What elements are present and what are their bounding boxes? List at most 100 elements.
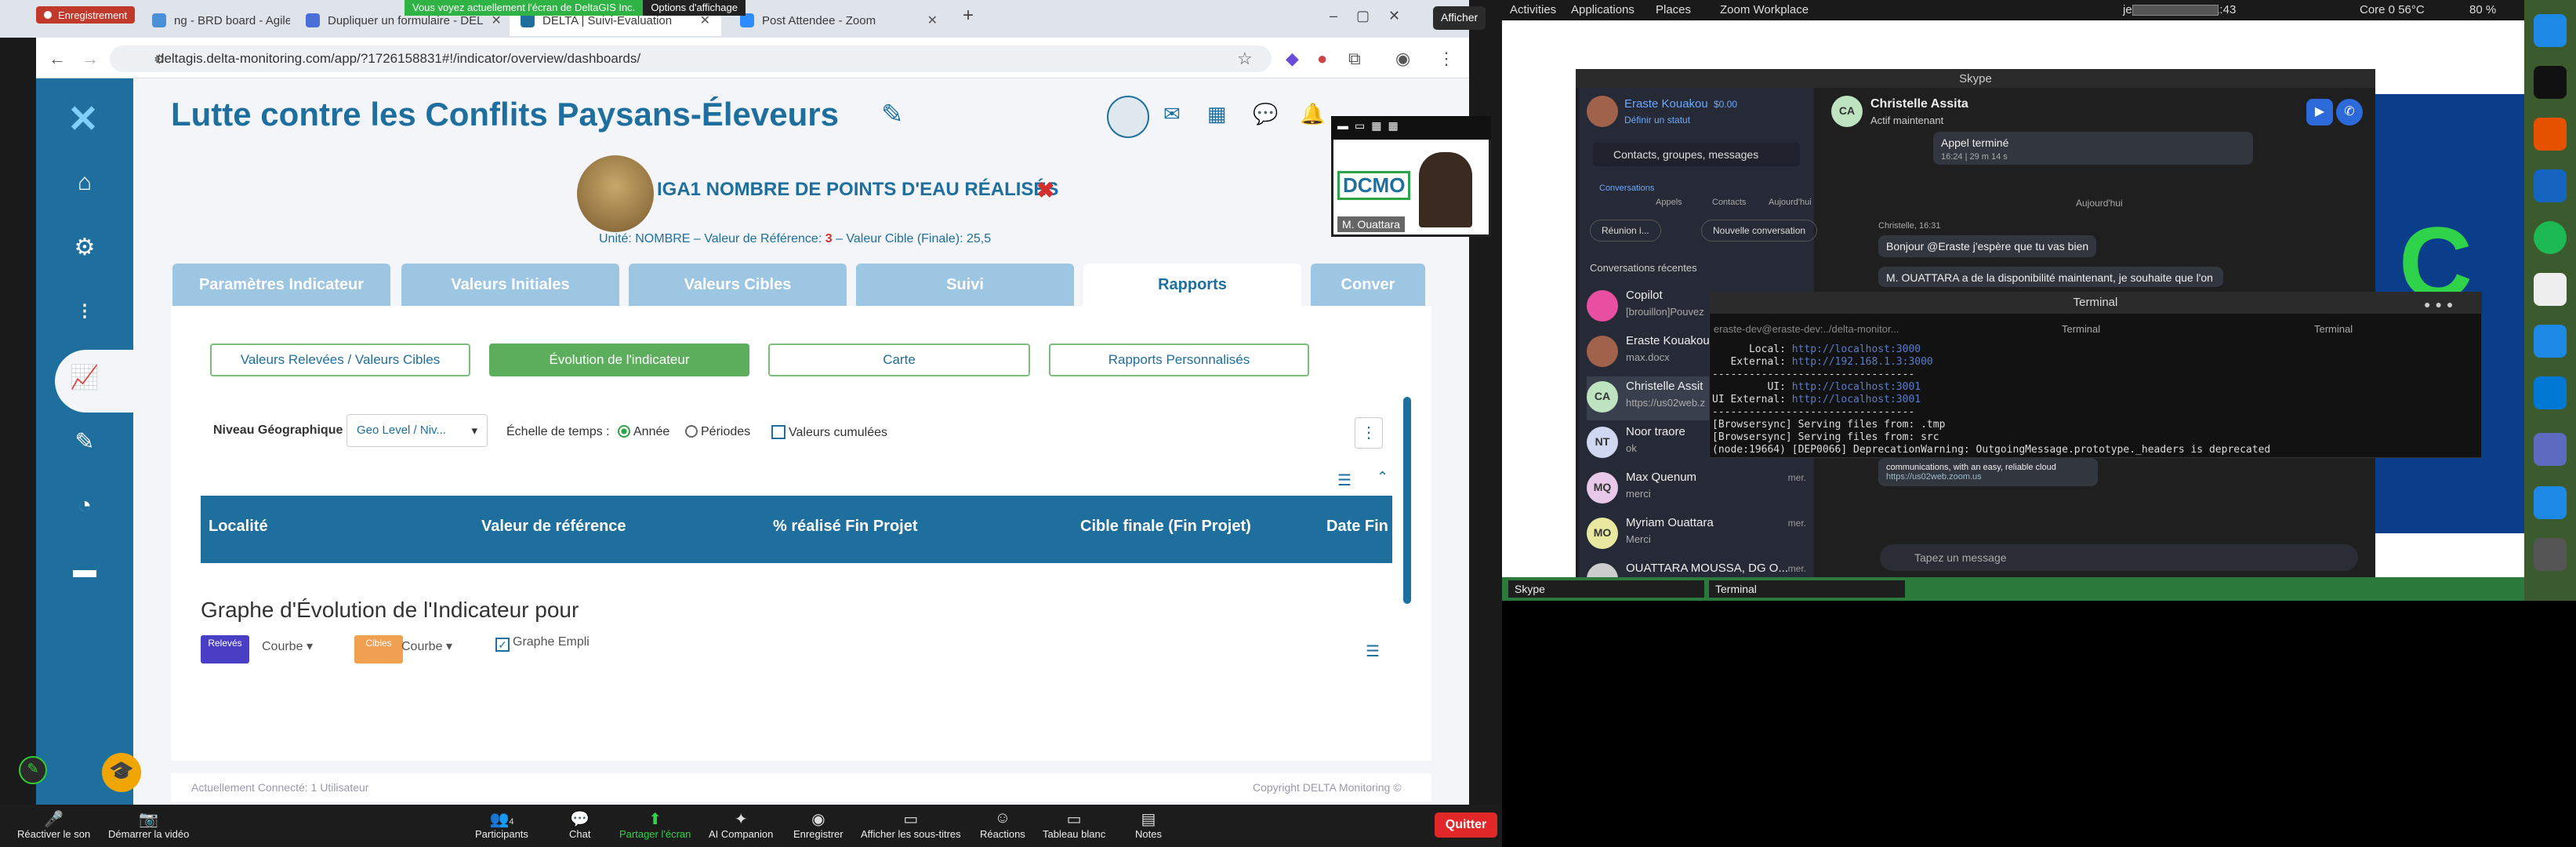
video-controls-icon[interactable]: ▬▭▦▦ <box>1337 119 1405 133</box>
close-icon[interactable]: ✕ <box>920 13 938 28</box>
radio-periodes[interactable]: Périodes <box>685 425 750 439</box>
tab-conver[interactable]: Conver <box>1311 264 1425 306</box>
forward-icon[interactable]: → <box>82 49 99 69</box>
tab-rapports[interactable]: Rapports <box>1083 264 1301 306</box>
graphe-empli-checkbox[interactable]: ✓ Graphe Empli <box>495 635 590 652</box>
app-icon[interactable] <box>2534 273 2567 306</box>
window-controls[interactable]: –▢✕ <box>1330 8 1419 24</box>
profile-avatar-icon[interactable]: ◉ <box>1395 49 1410 69</box>
share-screen-button[interactable]: ⬆ Partager l'écran <box>619 809 691 840</box>
bookmark-star-icon[interactable]: ☆ <box>1237 49 1253 69</box>
mail-icon[interactable]: ✉ <box>1163 102 1181 126</box>
captions-button[interactable]: ▭ Afficher les sous-titres <box>861 809 961 840</box>
show-apps-icon[interactable] <box>2534 538 2567 571</box>
new-tab-button[interactable]: + <box>963 5 974 27</box>
tab-suivi[interactable]: Suivi <box>856 264 1074 306</box>
graduation-cap-icon[interactable]: 🎓 <box>102 753 141 792</box>
chat-link-card[interactable]: communications, with an easy, reliable c… <box>1878 458 2098 486</box>
chart-icon[interactable]: 📈 <box>36 364 133 391</box>
taskbar-terminal[interactable]: Terminal <box>1709 580 1905 598</box>
col-pct-realise[interactable]: % réalisé Fin Projet <box>773 518 918 536</box>
close-indicator-icon[interactable]: ✖ <box>1036 177 1054 203</box>
releves-type-select[interactable]: Courbe ▾ <box>262 638 313 654</box>
skype-balance[interactable]: $0.00 <box>1714 99 1737 110</box>
nav-conversations[interactable]: Conversations <box>1599 184 1654 193</box>
scrollbar[interactable] <box>1403 397 1411 604</box>
home-icon[interactable]: ⌂ <box>36 169 133 196</box>
pen-tool-icon[interactable]: ✎ <box>19 756 47 784</box>
settings-icon[interactable]: ⚙ <box>36 234 133 261</box>
skype-search[interactable]: Contacts, groupes, messages <box>1593 143 1800 166</box>
user-avatar[interactable] <box>1587 96 1618 127</box>
evolution-button[interactable]: Évolution de l'indicateur <box>489 344 749 376</box>
back-icon[interactable]: ← <box>49 49 66 69</box>
checkbox-cumul[interactable]: Valeurs cumulées <box>771 425 887 440</box>
conversation-item[interactable]: MQ Max Quenum merci mer. <box>1587 467 1812 511</box>
zoom-workplace-menu[interactable]: Zoom Workplace <box>1720 3 1809 16</box>
workspace-indicator[interactable] <box>2132 5 2219 16</box>
edit-icon[interactable]: ✎ <box>36 428 133 456</box>
tab-zoom[interactable]: Post Attendee - Zoom ✕ <box>729 5 949 36</box>
folder-icon[interactable]: ▬ <box>36 557 133 583</box>
col-cible-finale[interactable]: Cible finale (Fin Projet) <box>1080 518 1251 536</box>
whiteboard-button[interactable]: ▭ Tableau blanc <box>1043 809 1105 840</box>
col-valeur-reference[interactable]: Valeur de référence <box>481 518 626 536</box>
nav-aujourdhui[interactable]: Aujourd'hui <box>1769 198 1812 207</box>
postman-icon[interactable] <box>2534 118 2567 151</box>
reactions-button[interactable]: ☺ Réactions <box>980 809 1025 840</box>
rapports-personnalises-button[interactable]: Rapports Personnalisés <box>1049 344 1309 376</box>
taskbar-skype[interactable]: Skype <box>1508 580 1704 598</box>
skype-status[interactable]: Définir un statut <box>1624 115 1690 125</box>
start-video-button[interactable]: 📷 Démarrer la vidéo <box>108 809 189 840</box>
terminal-tab[interactable]: Terminal <box>2062 323 2100 335</box>
applications-menu[interactable]: Applications <box>1571 3 1634 16</box>
chat-avatar[interactable]: CA <box>1831 96 1863 127</box>
extension-icon[interactable]: ● <box>1317 49 1327 69</box>
pycharm-icon[interactable] <box>2534 14 2567 47</box>
skype-user-name[interactable]: Eraste Kouakou <box>1624 97 1708 111</box>
chart-menu-icon[interactable]: ☰ <box>1366 642 1380 661</box>
extension-icon[interactable]: ◆ <box>1286 49 1299 69</box>
radio-annee[interactable]: Année <box>618 425 669 439</box>
conversation-item[interactable]: OUATTARA MOUSSA, DG O... mer. <box>1587 558 1812 577</box>
notes-button[interactable]: ▤ Notes <box>1135 809 1162 840</box>
places-menu[interactable]: Places <box>1656 3 1691 16</box>
cibles-type-select[interactable]: Courbe ▾ <box>401 638 452 654</box>
browser-menu-icon[interactable]: ⋮ <box>1438 49 1455 69</box>
gauge-icon[interactable]: ◔ <box>36 493 133 519</box>
vscode-icon[interactable] <box>2534 376 2567 409</box>
tab-valeurs-cibles[interactable]: Valeurs Cibles <box>629 264 847 306</box>
audio-call-icon[interactable]: ✆ <box>2336 99 2363 125</box>
user-avatar[interactable] <box>1107 96 1149 138</box>
video-call-icon[interactable]: ▶ <box>2306 99 2333 125</box>
chat-button[interactable]: 💬 Chat <box>569 809 590 840</box>
hierarchy-icon[interactable]: ⁝ <box>36 298 133 325</box>
col-localite[interactable]: Localité <box>209 518 268 536</box>
url-field[interactable]: deltagis.delta-monitoring.com/app/?17261… <box>110 45 1272 72</box>
nav-appels[interactable]: Appels <box>1656 198 1682 207</box>
geo-level-select[interactable]: Geo Level / Niv... ▾ <box>346 414 488 447</box>
carte-button[interactable]: Carte <box>768 344 1030 376</box>
more-options-icon[interactable]: ⋮ <box>1355 417 1383 449</box>
chat-contact-name[interactable]: Christelle Assita <box>1870 97 1968 111</box>
ai-companion-button[interactable]: ✦ AI Companion <box>709 809 773 840</box>
quit-meeting-button[interactable]: Quitter <box>1435 812 1497 838</box>
terminal-window-controls[interactable]: ●●● <box>2424 298 2458 311</box>
meet-now-button[interactable]: Réunion i... <box>1590 220 1661 242</box>
calendar-icon[interactable]: ▦ <box>1207 102 1227 126</box>
app-icon[interactable] <box>2534 433 2567 466</box>
valeurs-relevees-button[interactable]: Valeurs Relevées / Valeurs Cibles <box>210 344 470 376</box>
notification-bell-icon[interactable]: 🔔 <box>1300 102 1325 126</box>
spotify-icon[interactable] <box>2534 221 2567 254</box>
chevron-up-icon[interactable]: ⌃ <box>1377 469 1388 485</box>
tab-brd-board[interactable]: ng - BRD board - Agile✕ <box>141 5 290 36</box>
col-date-fin[interactable]: Date Fin <box>1326 518 1388 536</box>
afficher-button[interactable]: Afficher <box>1433 6 1486 30</box>
terminal-tab[interactable]: Terminal <box>2314 323 2353 335</box>
app-icon[interactable] <box>2534 169 2567 202</box>
app-icon[interactable] <box>2534 325 2567 358</box>
tab-parametres[interactable]: Paramètres Indicateur <box>172 264 390 306</box>
intellij-icon[interactable] <box>2534 66 2567 99</box>
participants-button[interactable]: 👥4 Participants <box>475 809 528 840</box>
extensions-puzzle-icon[interactable]: ⧉ <box>1348 49 1361 69</box>
